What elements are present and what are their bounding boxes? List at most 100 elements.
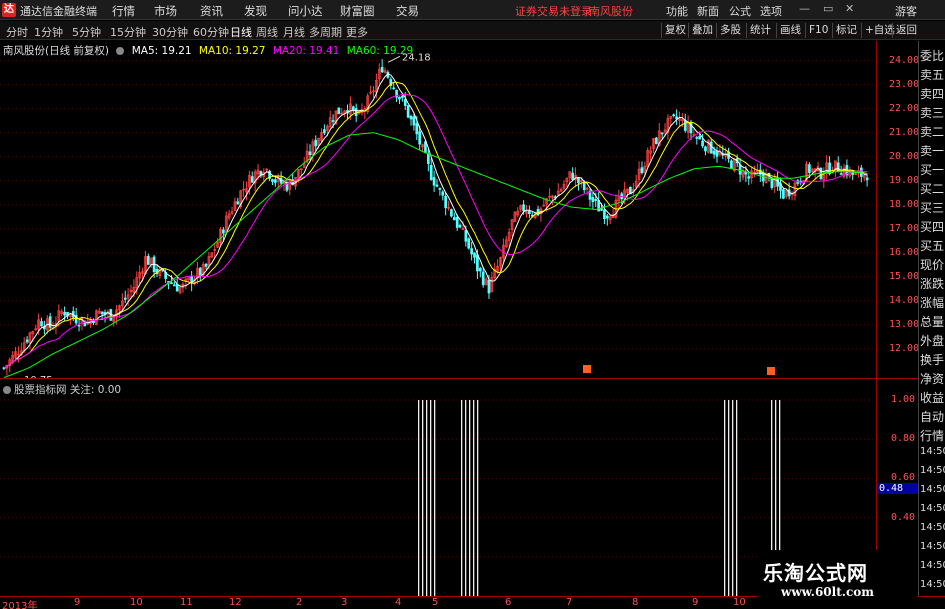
candle (314, 139, 318, 147)
signal-bar (724, 400, 726, 596)
date-tick-0: 2013年 (2, 601, 38, 609)
quote-label-21: 14:50 (920, 446, 945, 457)
candle (672, 114, 676, 117)
candle (401, 95, 404, 98)
indicator-settings-icon[interactable] (3, 386, 11, 394)
candle (40, 321, 43, 327)
quote-label-9: 买四 (920, 220, 945, 234)
date-tick-13: 10 (733, 597, 746, 608)
candle (198, 267, 202, 276)
candle (464, 230, 468, 242)
period-60min[interactable]: 60分钟 (193, 24, 229, 40)
signal-bar (469, 400, 471, 596)
candle (865, 177, 869, 181)
login-status[interactable]: 证券交易未登录 (515, 3, 592, 19)
period-monthly[interactable]: 月线 (283, 24, 305, 40)
close-icon[interactable]: ✕ (845, 2, 854, 15)
indicator-chart[interactable] (0, 380, 876, 596)
quote-label-2: 卖四 (920, 87, 945, 101)
period-5min[interactable]: 5分钟 (72, 24, 101, 40)
quote-label-0: 委比 (920, 49, 945, 63)
date-tick-7: 4 (395, 597, 402, 608)
ma10-label: MA10: 19.27 (198, 45, 266, 57)
candle (308, 151, 312, 156)
candle (429, 164, 433, 180)
menu-options[interactable]: 选项 (760, 3, 782, 19)
candle (467, 238, 471, 249)
period-weekly[interactable]: 周线 (256, 24, 278, 40)
candle (605, 215, 609, 219)
menu-formula[interactable]: 公式 (729, 3, 751, 19)
candle (458, 224, 462, 228)
restore-icon[interactable]: ▭ (823, 2, 833, 15)
candle (747, 176, 751, 179)
candle (660, 132, 664, 135)
multi-stock-button[interactable]: 多股 (716, 23, 744, 38)
candle (432, 177, 436, 186)
menu-ask[interactable]: 问小达 (288, 3, 323, 19)
price-axis: 24.00 23.00 22.00 21.00 20.00 19.00 18.00 17.00… (876, 41, 920, 596)
quote-label-7: 买二 (920, 182, 945, 196)
period-15min[interactable]: 15分钟 (110, 24, 146, 40)
candle (415, 123, 419, 135)
draw-line-button[interactable]: 画线 (776, 23, 804, 38)
price-tick-12: 12.00 (889, 342, 920, 354)
menu-news[interactable]: 资讯 (200, 3, 223, 19)
quote-label-23: 14:50 (920, 484, 945, 495)
candle (594, 199, 598, 201)
minimize-icon[interactable]: — (799, 2, 810, 15)
period-multi[interactable]: 多周期 (309, 24, 342, 40)
back-button[interactable]: 返回 (892, 23, 920, 38)
menu-function[interactable]: 功能 (666, 3, 688, 19)
period-more[interactable]: 更多 (346, 24, 368, 40)
logo-icon: 达 (2, 3, 16, 17)
candlestick-chart[interactable]: 24.1810.75 (0, 41, 876, 378)
period-1min[interactable]: 1分钟 (34, 24, 63, 40)
candle (48, 316, 52, 328)
price-tick-6: 18.00 (889, 198, 920, 210)
f10-button[interactable]: F10 (805, 23, 831, 38)
signal-bar (465, 400, 467, 596)
menu-wealth[interactable]: 财富圈 (340, 3, 375, 19)
adjust-button[interactable]: 复权 (661, 23, 689, 38)
quote-label-4: 卖二 (920, 125, 945, 139)
price-tick-4: 20.00 (889, 150, 920, 162)
indicator-tick-3: 0.40 (891, 511, 916, 523)
overlay-button[interactable]: 叠加 (688, 23, 716, 38)
period-tick[interactable]: 分时 (6, 24, 28, 40)
pane-divider[interactable] (0, 378, 918, 379)
candle (481, 271, 485, 286)
candle (473, 252, 476, 258)
candle (683, 120, 687, 131)
candle (438, 188, 442, 190)
settings-icon[interactable] (116, 47, 125, 55)
candle (418, 131, 422, 145)
menu-discover[interactable]: 发现 (244, 3, 267, 19)
candle (123, 297, 127, 300)
candle (175, 283, 179, 292)
candle (424, 141, 427, 154)
date-tick-1: 9 (74, 597, 81, 608)
menu-new-page[interactable]: 新面 (697, 3, 719, 19)
candle (236, 201, 240, 205)
period-daily[interactable]: 日线 (230, 24, 252, 40)
quote-label-5: 卖一 (920, 144, 945, 158)
candle (100, 311, 104, 315)
date-tick-8: 5 (432, 597, 439, 608)
signal-bar (728, 400, 730, 596)
price-tick-8: 16.00 (889, 246, 920, 258)
quote-label-17: 净资 (920, 372, 945, 386)
candle (250, 176, 254, 183)
watermark-title: 乐淘公式网 (763, 561, 868, 585)
menu-trade[interactable]: 交易 (396, 3, 419, 19)
candle (204, 263, 208, 267)
candle (426, 153, 430, 164)
period-30min[interactable]: 30分钟 (152, 24, 188, 40)
menu-quotes[interactable]: 行情 (112, 3, 135, 19)
menu-market[interactable]: 市场 (154, 3, 177, 19)
signal-bar (736, 400, 738, 596)
statistics-button[interactable]: 统计 (746, 23, 774, 38)
user-label[interactable]: 游客 (895, 3, 917, 19)
mark-button[interactable]: 标记 (832, 23, 860, 38)
event-marker (583, 365, 591, 373)
